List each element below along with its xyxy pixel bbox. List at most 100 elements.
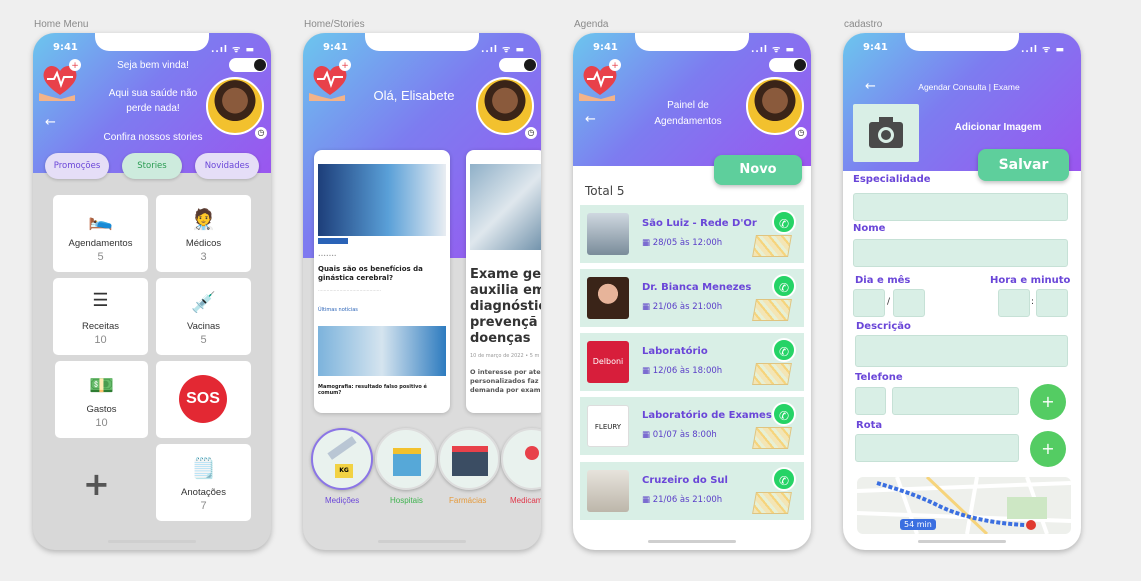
- tile-gastos[interactable]: 💵 Gastos 10: [55, 361, 148, 438]
- map-route-icon: [857, 477, 1071, 534]
- category-label-medicamentos: Medicam: [510, 496, 541, 505]
- route-map[interactable]: 54 min: [857, 477, 1071, 534]
- avatar[interactable]: [746, 77, 804, 135]
- avatar[interactable]: [476, 77, 534, 135]
- save-button[interactable]: Salvar: [978, 149, 1069, 181]
- label-nome: Nome: [853, 223, 886, 234]
- add-route-button[interactable]: +: [1030, 431, 1066, 467]
- heart-hand-logo-icon: +: [579, 59, 621, 101]
- status-signal-icon: ..ıl ᯤ ▬: [481, 45, 525, 55]
- story-card-1[interactable]: ••••••• Quais são os benefícios da ginás…: [314, 150, 450, 413]
- svg-text:+: +: [341, 61, 349, 71]
- minuto-input[interactable]: [1036, 289, 1068, 317]
- tile-label: Vacinas: [186, 321, 221, 332]
- status-signal-icon: ..ıl ᯤ ▬: [751, 45, 795, 55]
- rota-input[interactable]: [855, 434, 1019, 462]
- heart-hand-logo-icon: +: [39, 59, 81, 101]
- status-bar: 9:41 ..ıl ᯤ ▬: [843, 42, 1081, 56]
- tile-label: Gastos: [86, 404, 117, 415]
- appointment-date-text: 21/06 às 21:00h: [652, 495, 723, 505]
- map-icon[interactable]: [752, 492, 792, 514]
- map-icon[interactable]: [752, 427, 792, 449]
- tile-agendamentos[interactable]: 🛌 Agendamentos 5: [53, 195, 148, 272]
- tile-anotacoes[interactable]: 🗒️ Anotações 7: [156, 444, 251, 521]
- phone-cadastro: 9:41 ..ıl ᯤ ▬ ← Agendar Consulta | Exame…: [843, 33, 1081, 550]
- appointment-date: ▦ 12/06 às 18:00h: [642, 366, 723, 376]
- nome-input[interactable]: [853, 239, 1068, 267]
- back-arrow-icon[interactable]: ←: [865, 79, 876, 94]
- category-hospitais[interactable]: [375, 428, 437, 490]
- tagline-line2: perde nada!: [126, 103, 180, 114]
- whatsapp-icon[interactable]: ✆: [772, 338, 796, 362]
- story-title-2: Mamografia: resultado falso positivo é c…: [318, 384, 427, 396]
- appointment-date-text: 21/06 às 21:00h: [652, 302, 723, 312]
- appointment-row[interactable]: Dr. Bianca Menezes ▦ 21/06 às 21:00h ✆: [580, 269, 804, 327]
- descricao-input[interactable]: [855, 335, 1068, 367]
- tile-vacinas[interactable]: 💉 Vacinas 5: [156, 278, 251, 355]
- whatsapp-icon[interactable]: ✆: [772, 402, 796, 426]
- telefone-input[interactable]: [892, 387, 1019, 415]
- appointment-date: ▦ 21/06 às 21:00h: [642, 302, 723, 312]
- tile-receitas[interactable]: ☰ Receitas 10: [53, 278, 148, 355]
- back-arrow-icon[interactable]: ←: [585, 112, 596, 127]
- avatar[interactable]: [206, 77, 264, 135]
- category-medicamentos[interactable]: [501, 428, 541, 490]
- pill-promocoes[interactable]: Promoções: [45, 153, 109, 179]
- pill-stories[interactable]: Stories: [122, 153, 182, 179]
- new-appointment-button[interactable]: Novo: [714, 155, 802, 185]
- map-icon[interactable]: [752, 299, 792, 321]
- appointment-row[interactable]: Delboni Laboratório ▦ 12/06 às 18:00h ✆: [580, 333, 804, 391]
- whatsapp-icon[interactable]: ✆: [772, 274, 796, 298]
- story-date: 10 de março de 2022 • 5 m: [470, 353, 540, 359]
- story-card-2[interactable]: Exame gen auxilia em diagnóstic prevençã…: [466, 150, 541, 413]
- add-image-label[interactable]: Adicionar Imagem: [943, 122, 1053, 133]
- add-tile-plus-icon[interactable]: +: [83, 465, 110, 503]
- ddd-input[interactable]: [855, 387, 886, 415]
- hora-input[interactable]: [998, 289, 1030, 317]
- appointment-name: Laboratório: [642, 346, 708, 357]
- whatsapp-icon[interactable]: ✆: [772, 210, 796, 234]
- appointment-row[interactable]: São Luiz - Rede D'Or ▦ 28/05 às 12:00h ✆: [580, 205, 804, 263]
- clock-icon: ◷: [255, 127, 267, 139]
- tile-count: 10: [95, 417, 108, 429]
- agenda-title-line1: Painel de: [667, 100, 709, 111]
- appointment-row[interactable]: FLEURY Laboratório de Exames ▦ 01/07 às …: [580, 397, 804, 455]
- tile-count: 5: [200, 334, 207, 346]
- category-farmacias[interactable]: [438, 428, 500, 490]
- appointment-name: Dr. Bianca Menezes: [642, 282, 752, 293]
- appointment-date-text: 01/07 às 8:00h: [652, 430, 717, 440]
- label-rota: Rota: [856, 420, 883, 431]
- map-icon[interactable]: [752, 363, 792, 385]
- story-tag: [318, 238, 348, 244]
- prescription-icon: ☰: [92, 290, 109, 310]
- tile-sos[interactable]: SOS: [156, 361, 251, 438]
- label-hora-minuto: Hora e minuto: [990, 275, 1071, 286]
- map-icon[interactable]: [752, 235, 792, 257]
- theme-toggle[interactable]: [499, 58, 537, 72]
- theme-toggle[interactable]: [769, 58, 807, 72]
- tile-medicos[interactable]: 🧑‍⚕️ Médicos 3: [156, 195, 251, 272]
- add-phone-button[interactable]: +: [1030, 384, 1066, 420]
- stories-cta[interactable]: Confira nossos stories: [83, 132, 223, 143]
- appointment-date-text: 28/05 às 12:00h: [652, 238, 723, 248]
- heart-hand-logo-icon: +: [309, 59, 351, 101]
- theme-toggle[interactable]: [229, 58, 267, 72]
- whatsapp-icon[interactable]: ✆: [772, 467, 796, 491]
- phone-home-stories: 9:41 ..ıl ᯤ ▬ + Olá, Elisabete ◷ •••••••…: [303, 33, 541, 550]
- dia-input[interactable]: [853, 289, 885, 317]
- especialidade-input[interactable]: [853, 193, 1068, 221]
- back-arrow-icon[interactable]: ←: [45, 115, 56, 130]
- total-value: 5: [616, 184, 625, 198]
- appointment-date-text: 12/06 às 18:00h: [652, 366, 723, 376]
- tile-label: Receitas: [82, 321, 119, 332]
- hospital-thumb: [587, 213, 629, 255]
- category-medicoes[interactable]: KG: [311, 428, 373, 490]
- pill-novidades[interactable]: Novidades: [195, 153, 259, 179]
- appointment-row[interactable]: Cruzeiro do Sul ▦ 21/06 às 21:00h ✆: [580, 462, 804, 520]
- label-descricao: Descrição: [856, 321, 911, 332]
- tagline-line1: Aqui sua saúde não: [108, 88, 198, 99]
- story-image: [470, 164, 541, 250]
- mes-input[interactable]: [893, 289, 925, 317]
- tile-label: Agendamentos: [68, 238, 133, 249]
- add-image-button[interactable]: [853, 104, 919, 162]
